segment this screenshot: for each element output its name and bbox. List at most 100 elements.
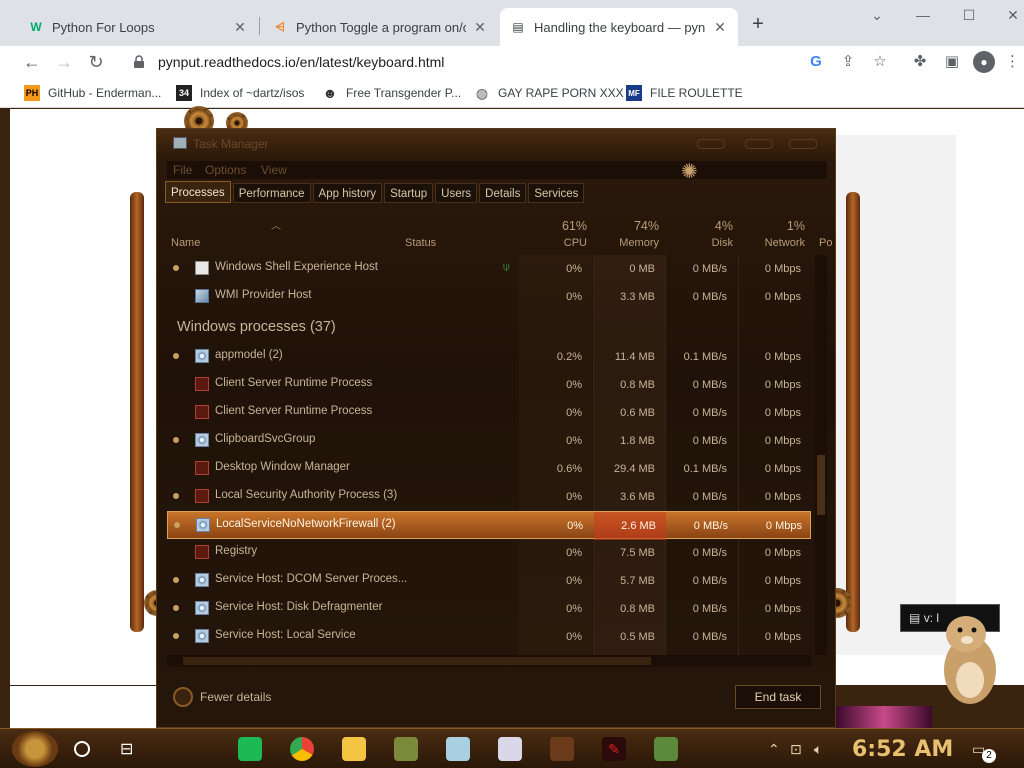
fewer-details-chevron-icon[interactable] xyxy=(173,687,193,707)
menu-file[interactable]: File xyxy=(173,163,192,177)
table-row[interactable]: Windows Shell Experience Host ⍦ 0% 0 MB … xyxy=(167,255,811,283)
bookmark-globe-site[interactable]: ◍ GAY RAPE PORN XXX xyxy=(474,84,624,102)
bookmark-file-roulette[interactable]: MF FILE ROULETTE xyxy=(626,84,743,102)
table-row[interactable]: Service Host: DCOM Server Proces... 0% 5… xyxy=(167,567,811,595)
tm-minimize-button[interactable] xyxy=(697,139,725,149)
bookmark-free-transgender[interactable]: ☻ Free Transgender P... xyxy=(322,84,462,102)
app-icon[interactable] xyxy=(446,737,470,761)
tab-performance[interactable]: Performance xyxy=(232,183,311,203)
chrome-icon[interactable] xyxy=(290,737,314,761)
expand-icon[interactable] xyxy=(174,522,180,528)
column-header-cpu[interactable]: CPU xyxy=(547,237,587,249)
table-row[interactable]: Service Host: Disk Defragmenter 0% 0.8 M… xyxy=(167,595,811,623)
minecraft-icon[interactable] xyxy=(654,737,678,761)
clock[interactable]: 6:52 AM xyxy=(852,737,953,762)
tab-python-for-loops[interactable]: W Python For Loops ✕ xyxy=(18,8,258,46)
new-tab-button[interactable]: + xyxy=(748,14,768,35)
google-translate-icon[interactable]: G xyxy=(805,51,827,73)
start-gear-icon[interactable] xyxy=(12,731,58,767)
expand-icon[interactable] xyxy=(173,437,179,443)
table-row[interactable]: ClipboardSvcGroup 0% 1.8 MB 0 MB/s 0 Mbp… xyxy=(167,427,811,455)
table-row[interactable]: Client Server Runtime Process 0% 0.8 MB … xyxy=(167,371,811,399)
tab-details[interactable]: Details xyxy=(479,183,527,203)
vertical-scrollbar[interactable] xyxy=(815,255,827,655)
maximize-button[interactable]: ☐ xyxy=(946,0,992,30)
search-circle-icon[interactable] xyxy=(74,741,90,757)
tray-chevron-icon[interactable]: ⌃ xyxy=(768,741,780,758)
reload-button[interactable]: ↻ xyxy=(84,50,108,74)
process-name: Windows Shell Experience Host xyxy=(215,261,378,273)
task-view-icon[interactable]: ⊟ xyxy=(120,739,133,759)
close-icon[interactable]: ✕ xyxy=(712,19,728,35)
task-manager-titlebar[interactable]: Task Manager xyxy=(157,129,835,159)
tab-users[interactable]: Users xyxy=(435,183,478,203)
file-explorer-icon[interactable] xyxy=(342,737,366,761)
expand-icon[interactable] xyxy=(173,633,179,639)
tab-python-toggle[interactable]: ⩤ Python Toggle a program on/off ✕ xyxy=(262,8,498,46)
minimize-button[interactable]: — xyxy=(900,0,946,30)
volume-icon[interactable]: 🔈︎ xyxy=(814,741,822,758)
app-icon[interactable]: ✎ xyxy=(602,737,626,761)
tm-maximize-button[interactable] xyxy=(745,139,773,149)
column-header-status[interactable]: Status xyxy=(405,237,436,249)
back-button[interactable]: ← xyxy=(20,50,44,74)
table-row[interactable]: Service Host: Local Service 0% 0.5 MB 0 … xyxy=(167,623,811,651)
cpu-cell: 0% xyxy=(566,575,582,587)
column-header-disk[interactable]: Disk xyxy=(687,237,733,249)
bookmark-star-icon[interactable]: ☆ xyxy=(869,51,891,73)
disk-cell: 0.1 MB/s xyxy=(683,463,727,475)
expand-icon[interactable] xyxy=(173,353,179,359)
table-row-selected[interactable]: LocalServiceNoNetworkFirewall (2) 0% 2.6… xyxy=(167,511,811,540)
column-header-power[interactable]: Po xyxy=(819,237,832,249)
bookmark-index-dartz[interactable]: 34 Index of ~dartz/isos xyxy=(176,84,304,102)
profile-avatar-icon[interactable]: ● xyxy=(973,51,995,73)
scrollbar-thumb[interactable] xyxy=(183,657,651,665)
process-icon xyxy=(195,405,209,419)
expand-icon[interactable] xyxy=(173,265,179,271)
table-row[interactable]: Registry 0% 7.5 MB 0 MB/s 0 Mbps xyxy=(167,539,811,567)
end-task-button[interactable]: End task xyxy=(735,685,821,709)
app-icon[interactable] xyxy=(394,737,418,761)
table-row[interactable]: Client Server Runtime Process 0% 0.6 MB … xyxy=(167,399,811,427)
column-header-memory[interactable]: Memory xyxy=(607,237,659,249)
column-header-network[interactable]: Network xyxy=(747,237,805,249)
table-row[interactable]: Local Security Authority Process (3) 0% … xyxy=(167,483,811,511)
spotify-icon[interactable] xyxy=(238,737,262,761)
menu-options[interactable]: Options xyxy=(205,163,246,177)
tab-startup[interactable]: Startup xyxy=(384,183,434,203)
tab-services[interactable]: Services xyxy=(528,183,585,203)
sort-ascending-icon[interactable]: ︿ xyxy=(271,217,281,232)
expand-icon[interactable] xyxy=(173,605,179,611)
tab-search-chevron-icon[interactable]: ⌄ xyxy=(854,0,900,30)
tab-pynput-keyboard[interactable]: ▤ Handling the keyboard — pynput ✕ xyxy=(500,8,738,46)
menu-kebab-icon[interactable]: ⋮ xyxy=(1005,51,1020,73)
url-text[interactable]: pynput.readthedocs.io/en/latest/keyboard… xyxy=(158,54,444,70)
close-window-button[interactable]: ✕ xyxy=(990,0,1024,30)
bookmark-github-enderman[interactable]: PH GitHub - Enderman... xyxy=(24,84,161,102)
fewer-details-link[interactable]: Fewer details xyxy=(200,690,271,704)
column-header-name[interactable]: Name xyxy=(171,237,200,249)
network-icon[interactable]: ⊡ xyxy=(790,741,802,758)
tab-app-history[interactable]: App history xyxy=(312,183,383,203)
app-icon[interactable] xyxy=(550,737,574,761)
tab-processes[interactable]: Processes xyxy=(165,181,231,203)
tm-close-button[interactable] xyxy=(789,139,817,149)
lock-icon[interactable] xyxy=(132,55,146,69)
expand-icon[interactable] xyxy=(173,577,179,583)
share-icon[interactable]: ⇪ xyxy=(837,51,859,73)
close-icon[interactable]: ✕ xyxy=(232,19,248,35)
menu-view[interactable]: View xyxy=(261,163,287,177)
table-row[interactable]: Desktop Window Manager 0.6% 29.4 MB 0.1 … xyxy=(167,455,811,483)
extensions-puzzle-icon[interactable]: ✤ xyxy=(909,51,931,73)
side-panel-icon[interactable]: ▣ xyxy=(941,51,963,73)
app-icon[interactable] xyxy=(498,737,522,761)
close-icon[interactable]: ✕ xyxy=(472,19,488,35)
address-bar[interactable]: pynput.readthedocs.io/en/latest/keyboard… xyxy=(118,48,898,76)
scrollbar-thumb[interactable] xyxy=(817,455,825,515)
hamster-mascot-icon[interactable] xyxy=(930,608,1006,708)
table-row[interactable]: appmodel (2) 0.2% 11.4 MB 0.1 MB/s 0 Mbp… xyxy=(167,343,811,371)
horizontal-scrollbar[interactable] xyxy=(167,655,811,667)
expand-icon[interactable] xyxy=(173,493,179,499)
table-row[interactable]: WMI Provider Host 0% 3.3 MB 0 MB/s 0 Mbp… xyxy=(167,283,811,311)
forward-button[interactable]: → xyxy=(52,50,76,74)
